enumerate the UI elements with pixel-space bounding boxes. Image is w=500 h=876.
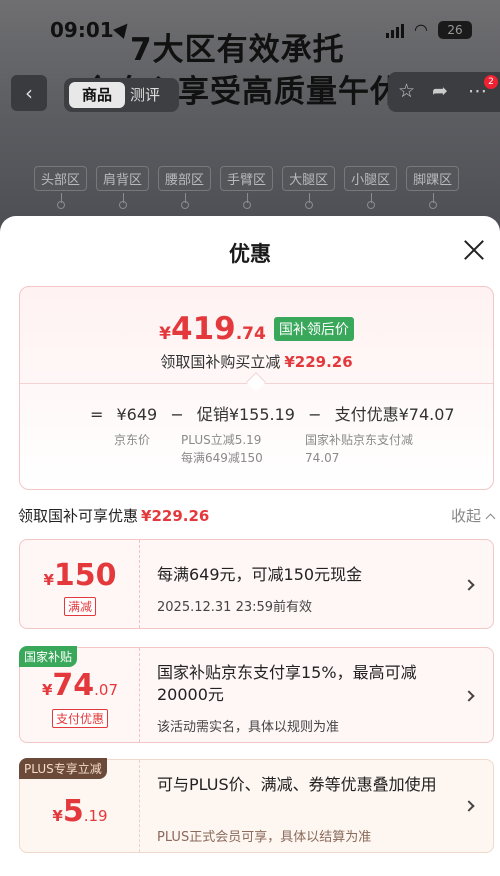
tab-review[interactable]: 测评 <box>130 82 160 108</box>
coupon-left: ¥74.07 支付优惠 <box>20 648 140 742</box>
zone-list: 头部区 肩背区 腰部区 手臂区 大腿区 小腿区 脚踝区 <box>34 166 460 209</box>
coupon-type-label: 支付优惠 <box>51 709 108 728</box>
jd-price: ¥649 <box>116 405 158 424</box>
coupon-note: 该活动需实名，具体以规则为准 <box>157 720 340 735</box>
saving-label: 领取国补购买立减 <box>160 353 281 371</box>
tab-product[interactable]: 商品 <box>69 82 125 108</box>
coupon-amount: ¥74.07 <box>20 668 140 703</box>
coupon-amount-dec: .07 <box>94 681 119 699</box>
payment-detail-line: 74.07 <box>305 451 340 465</box>
coupon-currency: ¥ <box>52 807 63 825</box>
final-price-int: 419 <box>171 311 236 347</box>
coupon-type-label: 满减 <box>63 597 96 616</box>
equals-sign: = <box>90 405 104 424</box>
promo-detail-line: 每满649减150 <box>181 451 263 465</box>
zone-chip[interactable]: 大腿区 <box>282 166 336 209</box>
battery-icon: 26 <box>438 20 472 39</box>
back-button[interactable]: ‹ <box>11 75 47 111</box>
payment-detail-line: 国家补贴京东支付减 <box>305 433 414 447</box>
price-formula: = ¥649 − 促销¥155.19 − 支付优惠¥74.07 <box>86 401 459 425</box>
promo-detail: PLUS立减5.19 每满649减150 <box>181 431 263 467</box>
final-price: ¥ 419 .74 国补领后价 <box>20 311 493 347</box>
chevron-right-icon <box>463 800 475 812</box>
coupon-amount: ¥5.19 <box>20 794 140 829</box>
coupon-amount-int: 74 <box>52 668 95 703</box>
message-badge: 2 <box>484 75 498 89</box>
coupon-currency: ¥ <box>41 681 53 699</box>
section-header: 领取国补可享优惠 ¥229.26 <box>18 505 209 526</box>
star-icon[interactable]: ☆ <box>398 80 415 102</box>
coupon-left: ¥150 满减 <box>20 540 140 628</box>
saving-row: 领取国补购买立减 ¥229.26 <box>20 351 493 372</box>
coupon-amount-int: 5 <box>62 794 84 829</box>
signal-icon <box>386 22 405 38</box>
coupon-validity: 2025.12.31 23:59前有效 <box>157 600 313 615</box>
chevron-left-icon: ‹ <box>25 81 33 105</box>
coupon-type: 满减 <box>20 596 140 616</box>
coupon-note: PLUS正式会员可享，具体以结算为准 <box>157 830 372 845</box>
coupon-card[interactable]: ¥150 满减 每满649元，可减150元现金 2025.12.31 23:59… <box>19 539 494 629</box>
zone-chip[interactable]: 腰部区 <box>158 166 212 209</box>
currency-symbol: ¥ <box>159 324 171 344</box>
jd-price-label: 京东价 <box>114 433 151 447</box>
zone-chip[interactable]: 手臂区 <box>220 166 274 209</box>
coupon-type: 支付优惠 <box>20 708 140 728</box>
promo-amount: 促销¥155.19 <box>196 405 295 424</box>
coupon-card[interactable]: PLUS专享立减 ¥5.19 可与PLUS价、满减、券等优惠叠加使用 PLUS正… <box>19 758 494 853</box>
nav-actions: ☆ ➦ ⋯ 2 <box>388 72 500 112</box>
collapse-button[interactable]: 收起 <box>450 505 496 526</box>
final-price-dec: .74 <box>235 324 266 344</box>
share-icon[interactable]: ➦ <box>432 80 448 102</box>
coupon-currency: ¥ <box>43 571 54 589</box>
coupon-amount: ¥150 <box>20 558 140 593</box>
banner-line-1: 7大区有效承托 <box>130 32 345 68</box>
nav-tabs: 商品 测评 <box>64 78 179 112</box>
coupon-amount-int: 150 <box>53 558 117 593</box>
payment-detail: 国家补贴京东支付减 74.07 <box>305 431 413 467</box>
divider-notch <box>246 372 266 392</box>
discount-sheet: 优惠 ¥ 419 .74 国补领后价 领取国补购买立减 ¥229.26 = ¥64… <box>0 216 500 876</box>
chevron-up-icon <box>485 513 496 524</box>
chevron-right-icon <box>463 579 475 591</box>
section-amount: ¥229.26 <box>141 507 210 525</box>
saving-amount: ¥229.26 <box>284 353 353 371</box>
promo-detail-line: PLUS立减5.19 <box>181 433 262 447</box>
coupon-card[interactable]: 国家补贴 ¥74.07 支付优惠 国家补贴京东支付享15%，最高可减20000元… <box>19 646 494 743</box>
payment-discount: 支付优惠¥74.07 <box>334 405 455 424</box>
coupon-amount-dec: .19 <box>83 807 108 825</box>
background-page: 09:01 ◠ 26 7大区有效承托 全身心享受高质量午休 ‹ 商品 测评 ☆ … <box>0 0 500 240</box>
close-icon[interactable] <box>462 238 486 262</box>
zone-chip[interactable]: 头部区 <box>34 166 88 209</box>
wifi-icon: ◠ <box>414 20 428 39</box>
chevron-right-icon <box>463 690 475 702</box>
zone-chip[interactable]: 肩背区 <box>96 166 150 209</box>
status-icons: ◠ 26 <box>386 20 472 39</box>
subsidy-price-tag: 国补领后价 <box>273 317 354 341</box>
coupon-title: 可与PLUS价、满减、券等优惠叠加使用 <box>157 775 437 794</box>
section-label: 领取国补可享优惠 <box>18 507 139 525</box>
status-time: 09:01 <box>50 18 114 42</box>
zone-chip[interactable]: 小腿区 <box>344 166 398 209</box>
sheet-title: 优惠 <box>229 242 271 266</box>
coupon-left: ¥5.19 <box>20 760 140 852</box>
price-breakdown-card: ¥ 419 .74 国补领后价 领取国补购买立减 ¥229.26 = ¥649 −… <box>19 286 494 490</box>
collapse-label: 收起 <box>450 507 481 525</box>
coupon-title: 每满649元，可减150元现金 <box>157 565 363 584</box>
coupon-title: 国家补贴京东支付享15%，最高可减20000元 <box>157 663 417 704</box>
zone-chip[interactable]: 脚踝区 <box>406 166 460 209</box>
minus-sign: − <box>308 405 322 424</box>
minus-sign: − <box>170 405 184 424</box>
